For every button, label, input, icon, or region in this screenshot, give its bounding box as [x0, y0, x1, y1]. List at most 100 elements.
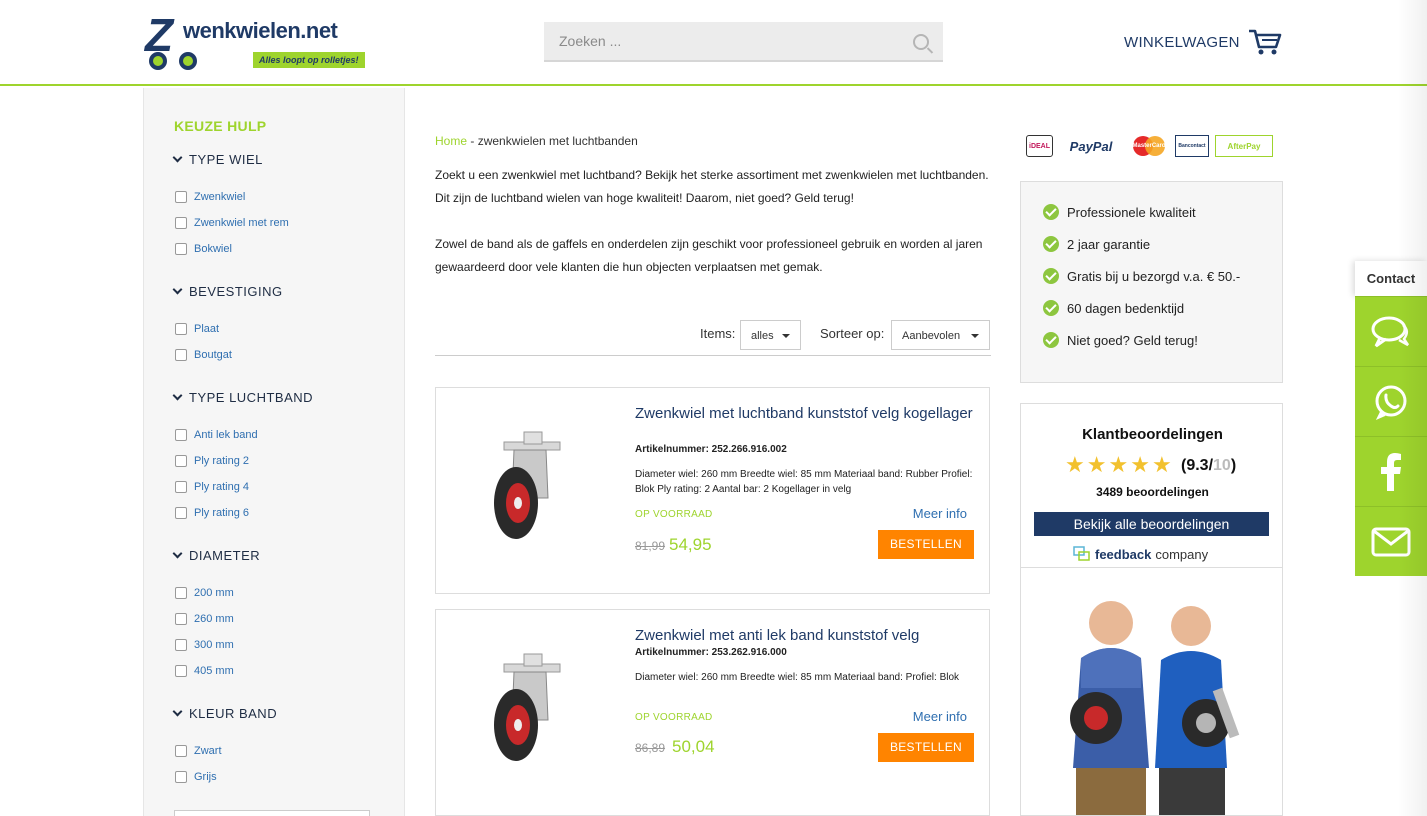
checkbox[interactable]	[175, 481, 187, 493]
search-input[interactable]	[544, 22, 904, 60]
filter-range-input[interactable]	[174, 810, 370, 816]
filter-option[interactable]: Grijs	[175, 771, 217, 783]
filter-group-type-luchtband[interactable]: TYPE LUCHTBAND	[172, 390, 314, 405]
old-price: 81,99	[635, 539, 666, 553]
filter-option[interactable]: Zwart	[175, 745, 222, 757]
filter-option[interactable]: 405 mm	[175, 665, 234, 677]
filter-sidebar: KEUZE HULP TYPE WIEL Zwenkwiel Zwenkwiel…	[143, 88, 405, 816]
price: 54,95	[669, 535, 712, 554]
filter-option-label: 300 mm	[194, 639, 234, 651]
feedback-company-logo[interactable]: feedback company	[1073, 546, 1208, 562]
checkbox[interactable]	[175, 349, 187, 361]
chevron-down-icon	[172, 152, 183, 163]
filter-group-type-wiel[interactable]: TYPE WIEL	[172, 152, 263, 167]
filter-group-title: TYPE WIEL	[189, 152, 263, 167]
checkbox[interactable]	[175, 455, 187, 467]
more-info-link[interactable]: Meer info	[913, 709, 967, 724]
product-title[interactable]: Zwenkwiel met anti lek band kunststof ve…	[635, 626, 975, 645]
price: 50,04	[672, 737, 715, 756]
filter-option-label: Plaat	[194, 323, 220, 335]
mail-button[interactable]	[1355, 506, 1427, 576]
filter-option[interactable]: Anti lek band	[175, 429, 258, 441]
checkbox[interactable]	[175, 587, 187, 599]
chat-icon	[1371, 316, 1410, 347]
filter-option[interactable]: Ply rating 4	[175, 481, 249, 493]
filter-group-kleur-band[interactable]: KLEUR BAND	[172, 706, 278, 721]
caster-wheel-image[interactable]	[486, 650, 576, 770]
whatsapp-button[interactable]	[1355, 366, 1427, 436]
checkbox[interactable]	[175, 429, 187, 441]
filter-option-label: Ply rating 4	[194, 481, 250, 493]
filter-option[interactable]: Ply rating 6	[175, 507, 249, 519]
checkbox[interactable]	[175, 191, 187, 203]
filter-option-label: Ply rating 6	[194, 507, 250, 519]
shopping-cart-icon	[1248, 29, 1282, 55]
logo-tagline: Alles loopt op rolletjes!	[253, 52, 365, 68]
checkbox[interactable]	[175, 507, 187, 519]
feedback-company-icon	[1073, 546, 1090, 561]
breadcrumb-current: zwenkwielen met luchtbanden	[477, 134, 638, 148]
items-select-value: alles	[751, 330, 774, 342]
filter-option-label: Anti lek band	[194, 429, 258, 441]
filter-option[interactable]: Ply rating 2	[175, 455, 249, 467]
usp-item: 60 dagen bedenktijd	[1043, 300, 1184, 316]
checkbox[interactable]	[175, 613, 187, 625]
all-reviews-button[interactable]: Bekijk alle beoordelingen	[1034, 512, 1269, 536]
review-count: 3489 beoordelingen	[1096, 485, 1209, 499]
usp-item: Niet goed? Geld terug!	[1043, 332, 1198, 348]
filter-option[interactable]: Boutgat	[175, 349, 232, 361]
check-icon	[1043, 204, 1059, 220]
filter-option[interactable]: Bokwiel	[175, 243, 232, 255]
filter-option[interactable]: Plaat	[175, 323, 219, 335]
cart-label: WINKELWAGEN	[1124, 33, 1240, 51]
caret-down-icon	[782, 334, 790, 338]
reviews-widget: Klantbeoordelingen ★ ★ ★ ★ ★ (9.3/10) 34…	[1020, 403, 1283, 568]
checkbox[interactable]	[175, 745, 187, 757]
stock-status: OP VOORRAAD	[635, 509, 713, 520]
filter-group-title: KLEUR BAND	[189, 706, 278, 721]
contact-sidebar: Contact	[1355, 261, 1427, 576]
filter-group-diameter[interactable]: DIAMETER	[172, 548, 260, 563]
check-icon	[1043, 332, 1059, 348]
filter-group-bevestiging[interactable]: BEVESTIGING	[172, 284, 283, 299]
filter-option[interactable]: Zwenkwiel met rem	[175, 217, 289, 229]
logo-wheel-icon	[149, 52, 167, 70]
star-icon: ★	[1108, 452, 1129, 477]
filter-group-title: TYPE LUCHTBAND	[189, 390, 314, 405]
checkbox[interactable]	[175, 639, 187, 651]
sort-select[interactable]: Aanbevolen	[891, 320, 990, 350]
search-icon[interactable]	[913, 34, 929, 50]
product-title[interactable]: Zwenkwiel met luchtband kunststof velg k…	[635, 404, 975, 423]
logo-wheel-icon	[179, 52, 197, 70]
product-description: Diameter wiel: 260 mm Breedte wiel: 85 m…	[635, 469, 973, 495]
filter-option[interactable]: Zwenkwiel	[175, 191, 245, 203]
site-logo[interactable]: Z wenkwielen.net Alles loopt op rolletje…	[143, 12, 365, 74]
usp-item: Gratis bij u bezorgd v.a. € 50.-	[1043, 268, 1240, 284]
caret-down-icon	[971, 334, 979, 338]
checkbox[interactable]	[175, 665, 187, 677]
product-card[interactable]: Zwenkwiel met luchtband kunststof velg k…	[435, 387, 990, 594]
facebook-button[interactable]	[1355, 436, 1427, 506]
chat-button[interactable]	[1355, 296, 1427, 366]
items-label: Items:	[700, 326, 736, 341]
cart-link[interactable]: WINKELWAGEN	[1124, 28, 1282, 56]
filter-option[interactable]: 300 mm	[175, 639, 234, 651]
order-button[interactable]: BESTELLEN	[878, 530, 974, 559]
filter-option[interactable]: 200 mm	[175, 587, 234, 599]
product-card[interactable]: Zwenkwiel met anti lek band kunststof ve…	[435, 609, 990, 816]
order-button[interactable]: BESTELLEN	[878, 733, 974, 762]
breadcrumb-home-link[interactable]: Home	[435, 134, 467, 148]
checkbox[interactable]	[175, 323, 187, 335]
caster-wheel-image[interactable]	[486, 428, 576, 548]
stock-status: OP VOORRAAD	[635, 712, 713, 723]
items-select[interactable]: alles	[740, 320, 801, 350]
filter-option-label: Bokwiel	[194, 243, 232, 255]
sort-select-value: Aanbevolen	[902, 330, 961, 342]
filter-option[interactable]: 260 mm	[175, 613, 234, 625]
checkbox[interactable]	[175, 771, 187, 783]
star-icon: ★	[1065, 452, 1085, 477]
checkbox[interactable]	[175, 217, 187, 229]
checkbox[interactable]	[175, 243, 187, 255]
mail-icon	[1371, 527, 1411, 556]
more-info-link[interactable]: Meer info	[913, 506, 967, 521]
